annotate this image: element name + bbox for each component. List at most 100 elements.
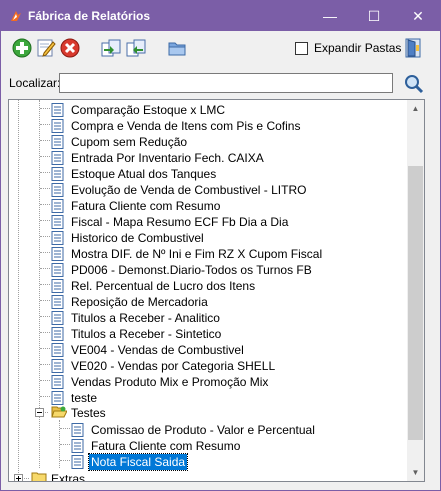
tree-connector: [40, 108, 50, 109]
tree-connector: [60, 444, 70, 445]
tree-item-label: Estoque Atual dos Tanques: [71, 167, 217, 181]
report-doc-icon: [51, 327, 64, 341]
tree-item-label: Rel. Percentual de Lucro dos Itens: [71, 279, 256, 293]
tree-connector: [40, 172, 50, 173]
tree-item-label: Evolução de Venda de Combustivel - LITRO: [71, 183, 307, 197]
scroll-down-arrow-icon[interactable]: ▼: [407, 464, 424, 481]
tree-item-label: Mostra DIF. de Nº Ini e Fim RZ X Cupom F…: [71, 247, 323, 261]
pencil-icon: [37, 39, 56, 57]
expand-toggle[interactable]: [14, 474, 23, 481]
search-label: Localizar:: [9, 76, 61, 90]
tree-item-label: Entrada Por Inventario Fech. CAIXA: [71, 151, 264, 165]
report-doc-icon: [51, 391, 64, 405]
tree-item-label: Titulos a Receber - Analitico: [71, 311, 220, 325]
report-doc-icon: [51, 247, 64, 261]
report-doc-icon: [51, 263, 64, 277]
tree-viewport: Comparação Estoque x LMC Compra e Venda …: [9, 100, 408, 481]
tree-item-label: Titulos a Receber - Sintetico: [71, 327, 222, 341]
add-button[interactable]: [11, 37, 33, 59]
report-doc-icon: [51, 231, 64, 245]
tree-item-label: VE020 - Vendas por Categoria SHELL: [71, 359, 276, 373]
tree-connector: [40, 124, 50, 125]
report-doc-icon: [51, 119, 64, 133]
export-icon: [126, 39, 146, 57]
search-row: Localizar:: [1, 71, 440, 97]
folder-label: Extras: [51, 472, 86, 481]
tree-connector: [60, 428, 70, 429]
tree-item-label: PD006 - Demonst.Diario-Todos os Turnos F…: [71, 263, 312, 277]
tree-item-label: Cupom sem Redução: [71, 135, 188, 149]
tree-item-label: Compra e Venda de Itens com Pis e Cofins: [71, 119, 301, 133]
tree-item-label: Comissao de Produto - Valor e Percentual: [91, 423, 315, 437]
magnifier-icon: [405, 75, 424, 94]
report-doc-icon: [71, 455, 84, 469]
tree-connector: [40, 140, 50, 141]
report-doc-icon: [51, 343, 64, 357]
scroll-up-arrow-icon[interactable]: ▲: [407, 100, 424, 117]
report-doc-icon: [71, 439, 84, 453]
search-button[interactable]: [403, 73, 425, 95]
folder-label: Testes: [71, 406, 106, 420]
tree-item-label: Fatura Cliente com Resumo: [91, 439, 241, 453]
minimize-button[interactable]: —: [308, 1, 352, 31]
checkbox-box[interactable]: [295, 42, 308, 55]
app-logo-icon: [11, 11, 21, 21]
report-doc-icon: [51, 167, 64, 181]
toolbar: Expandir Pastas: [1, 32, 440, 66]
report-doc-icon: [51, 183, 64, 197]
report-doc-icon: [51, 279, 64, 293]
tree-connector: [40, 284, 50, 285]
collapse-toggle[interactable]: [35, 408, 44, 417]
tree-connector: [40, 220, 50, 221]
tree-item-label: Fatura Cliente com Resumo: [71, 199, 221, 213]
report-doc-icon: [71, 423, 84, 437]
tree-item-label: Reposição de Mercadoria: [71, 295, 208, 309]
import-icon: [101, 39, 121, 57]
tree-connector: [40, 348, 50, 349]
import-button[interactable]: [100, 37, 122, 59]
report-doc-icon: [51, 103, 64, 117]
tree-connector: [60, 460, 70, 461]
tree-item-label: Fiscal - Mapa Resumo ECF Fb Dia a Dia: [71, 215, 289, 229]
report-doc-icon: [51, 135, 64, 149]
report-doc-icon: [51, 295, 64, 309]
tree-connector: [40, 252, 50, 253]
tree-connector: [40, 236, 50, 237]
exit-button[interactable]: [402, 37, 424, 59]
plus-icon: [12, 38, 32, 58]
report-factory-window: Fábrica de Relatórios — ☐ ✕ Expandir Pas…: [0, 0, 441, 491]
x-icon: [60, 38, 80, 58]
tree-item-label: Historico de Combustivel: [71, 231, 204, 245]
report-doc-icon: [51, 359, 64, 373]
tree-connector: [40, 156, 50, 157]
tree-connector: [40, 396, 50, 397]
search-input[interactable]: [59, 73, 393, 93]
open-folder-icon: [51, 406, 67, 418]
vertical-scrollbar[interactable]: ▲ ▼: [407, 100, 424, 481]
tree-connector: [40, 204, 50, 205]
exit-door-icon: [405, 38, 421, 58]
tree-item-label: Comparação Estoque x LMC: [71, 103, 226, 117]
report-tree[interactable]: Comparação Estoque x LMC Compra e Venda …: [8, 99, 425, 482]
tree-connector: [40, 188, 50, 189]
tree-connector: [40, 364, 50, 365]
tree-item-label: VE004 - Vendas de Combustivel: [71, 343, 244, 357]
title-bar[interactable]: Fábrica de Relatórios — ☐ ✕: [1, 1, 440, 31]
delete-button[interactable]: [59, 37, 81, 59]
edit-button[interactable]: [35, 37, 57, 59]
folder-icon: [168, 42, 186, 56]
tree-item-label: teste: [71, 391, 98, 405]
tree-connector: [40, 268, 50, 269]
open-folder-button[interactable]: [166, 37, 188, 59]
close-button[interactable]: ✕: [396, 1, 440, 31]
scroll-thumb[interactable]: [408, 166, 423, 440]
tree-connector: [40, 332, 50, 333]
tree-item-label: Nota Fiscal Saida: [87, 453, 189, 471]
report-doc-icon: [51, 375, 64, 389]
report-doc-icon: [51, 151, 64, 165]
export-button[interactable]: [125, 37, 147, 59]
maximize-button[interactable]: ☐: [352, 1, 396, 31]
tree-connector: [40, 316, 50, 317]
tree-item-label: Vendas Produto Mix e Promoção Mix: [71, 375, 269, 389]
folder-icon: [31, 472, 47, 481]
